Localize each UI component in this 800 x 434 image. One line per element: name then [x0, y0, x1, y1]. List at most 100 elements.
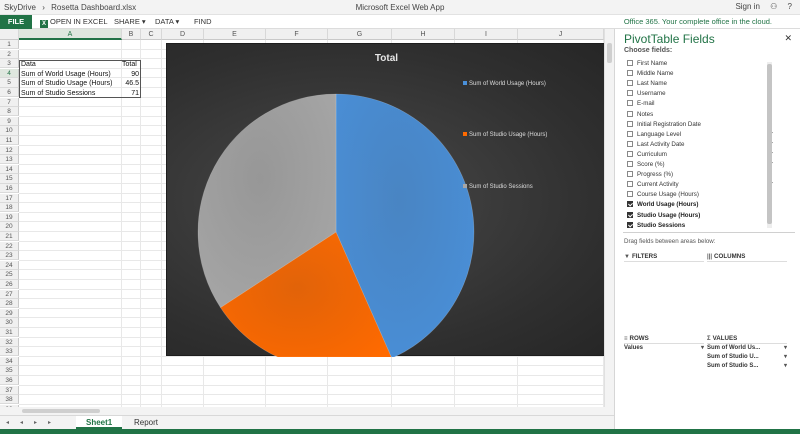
- row-header[interactable]: 12: [0, 145, 19, 155]
- values-item[interactable]: Sum of World Us... ▾: [707, 344, 787, 353]
- row-header[interactable]: 35: [0, 366, 19, 376]
- field-item[interactable]: Studio Usage (Hours): [627, 211, 773, 221]
- row-header[interactable]: 17: [0, 193, 19, 203]
- row-header[interactable]: 24: [0, 260, 19, 271]
- row-header[interactable]: 13: [0, 155, 19, 165]
- column-header-f[interactable]: F: [266, 29, 328, 40]
- dropdown-icon[interactable]: ▾: [784, 353, 787, 362]
- field-checkbox[interactable]: [627, 120, 633, 127]
- file-button[interactable]: FILE: [0, 15, 32, 29]
- row-header[interactable]: 9: [0, 116, 19, 127]
- first-sheet-icon[interactable]: ◂: [6, 419, 9, 426]
- field-checkbox[interactable]: [627, 110, 633, 117]
- row-header[interactable]: 23: [0, 251, 19, 261]
- row-header[interactable]: 16: [0, 184, 19, 194]
- row-header[interactable]: 8: [0, 107, 19, 117]
- rows-item-values[interactable]: Values ▾: [624, 344, 704, 353]
- columns-area[interactable]: ||| COLUMNS: [707, 252, 787, 262]
- values-item[interactable]: Sum of Studio U... ▾: [707, 353, 787, 362]
- row-header[interactable]: 36: [0, 376, 19, 386]
- values-area[interactable]: Σ VALUES Sum of World Us... ▾ Sum of Studi…: [707, 334, 787, 371]
- vertical-scrollbar[interactable]: [604, 29, 614, 407]
- field-item[interactable]: Progress (%): [627, 170, 773, 180]
- legend-item[interactable]: Sum of Studio Sessions: [463, 184, 533, 190]
- filters-area[interactable]: ▼ FILTERS: [624, 252, 704, 262]
- cell-b3[interactable]: Total: [122, 60, 137, 69]
- column-header-d[interactable]: D: [162, 29, 204, 40]
- row-header[interactable]: 2: [0, 49, 19, 59]
- help-icon[interactable]: ?: [788, 2, 792, 11]
- column-header-j[interactable]: J: [518, 29, 604, 40]
- row-header[interactable]: 10: [0, 126, 19, 136]
- field-checkbox[interactable]: [627, 211, 633, 218]
- field-item[interactable]: World Usage (Hours): [627, 200, 773, 210]
- column-header-e[interactable]: E: [204, 29, 266, 40]
- field-checkbox[interactable]: [627, 90, 633, 97]
- column-header-a[interactable]: A: [19, 29, 122, 40]
- cell-a3[interactable]: Data: [21, 60, 36, 69]
- field-item[interactable]: Current Activity: [627, 180, 773, 190]
- legend-item[interactable]: Sum of World Usage (Hours): [463, 81, 546, 87]
- field-checkbox[interactable]: [627, 191, 633, 198]
- row-header[interactable]: 3: [0, 59, 19, 69]
- share-person-icon[interactable]: ⚇: [770, 2, 777, 11]
- cell-b6[interactable]: 71: [120, 89, 139, 98]
- field-item[interactable]: Initial Registration Date: [627, 120, 773, 130]
- column-header-b[interactable]: B: [122, 29, 141, 40]
- field-checkbox[interactable]: [627, 201, 633, 208]
- dropdown-icon[interactable]: ▾: [701, 344, 704, 353]
- row-header[interactable]: 32: [0, 337, 19, 347]
- row-header[interactable]: 14: [0, 164, 19, 175]
- prev-sheet-icon[interactable]: ◂: [20, 419, 23, 426]
- field-item[interactable]: E-mail: [627, 99, 773, 109]
- vertical-scroll-thumb[interactable]: [607, 43, 612, 63]
- row-header[interactable]: 21: [0, 232, 19, 242]
- row-header[interactable]: 11: [0, 136, 19, 146]
- row-header[interactable]: 37: [0, 385, 19, 395]
- field-checkbox[interactable]: [627, 130, 633, 137]
- row-header[interactable]: 26: [0, 280, 19, 290]
- cell-a6[interactable]: Sum of Studio Sessions: [21, 89, 95, 98]
- column-header-i[interactable]: I: [455, 29, 518, 40]
- row-header[interactable]: 18: [0, 203, 19, 213]
- column-header-c[interactable]: C: [141, 29, 162, 40]
- row-header[interactable]: 33: [0, 347, 19, 357]
- row-header[interactable]: 20: [0, 222, 19, 232]
- legend-item[interactable]: Sum of Studio Usage (Hours): [463, 132, 547, 138]
- row-header[interactable]: 7: [0, 97, 19, 107]
- sign-in-link[interactable]: Sign in: [735, 2, 759, 11]
- row-header[interactable]: 1: [0, 40, 19, 50]
- row-header[interactable]: 27: [0, 289, 19, 299]
- find-button[interactable]: FIND: [194, 17, 212, 26]
- column-header-g[interactable]: G: [328, 29, 392, 40]
- row-header[interactable]: 30: [0, 318, 19, 328]
- column-header-h[interactable]: H: [392, 29, 455, 40]
- data-menu[interactable]: DATA ▾: [155, 17, 179, 26]
- field-item[interactable]: Last Activity Date: [627, 140, 773, 150]
- field-item[interactable]: Last Name: [627, 79, 773, 89]
- row-header[interactable]: 4: [0, 68, 19, 79]
- dropdown-icon[interactable]: ▾: [784, 344, 787, 353]
- field-checkbox[interactable]: [627, 80, 633, 87]
- horizontal-scrollbar[interactable]: [0, 407, 614, 415]
- open-in-excel-button[interactable]: X OPEN IN EXCEL: [40, 17, 108, 28]
- field-item[interactable]: Course Usage (Hours): [627, 190, 773, 200]
- field-item[interactable]: Curriculum: [627, 150, 773, 160]
- pie-chart[interactable]: Total Sum of World Usage (Hours) Sum of S…: [166, 43, 607, 357]
- fields-scrollbar[interactable]: [767, 62, 772, 228]
- row-header[interactable]: 29: [0, 308, 19, 319]
- select-all-corner[interactable]: [0, 29, 19, 40]
- field-item[interactable]: First Name: [627, 59, 773, 69]
- field-item[interactable]: Studio Sessions: [627, 221, 773, 231]
- row-header[interactable]: 6: [0, 88, 19, 98]
- cell-a5[interactable]: Sum of Studio Usage (Hours): [21, 79, 112, 88]
- field-item[interactable]: Language Level: [627, 130, 773, 140]
- row-header[interactable]: 15: [0, 174, 19, 184]
- fields-scroll-thumb[interactable]: [767, 64, 772, 224]
- share-menu[interactable]: SHARE ▾: [114, 17, 146, 26]
- field-checkbox[interactable]: [627, 181, 633, 188]
- field-checkbox[interactable]: [627, 171, 633, 178]
- sheet-tab-report[interactable]: Report: [124, 416, 168, 429]
- sheet-tab-sheet1[interactable]: Sheet1: [76, 416, 123, 429]
- row-header[interactable]: 38: [0, 395, 19, 405]
